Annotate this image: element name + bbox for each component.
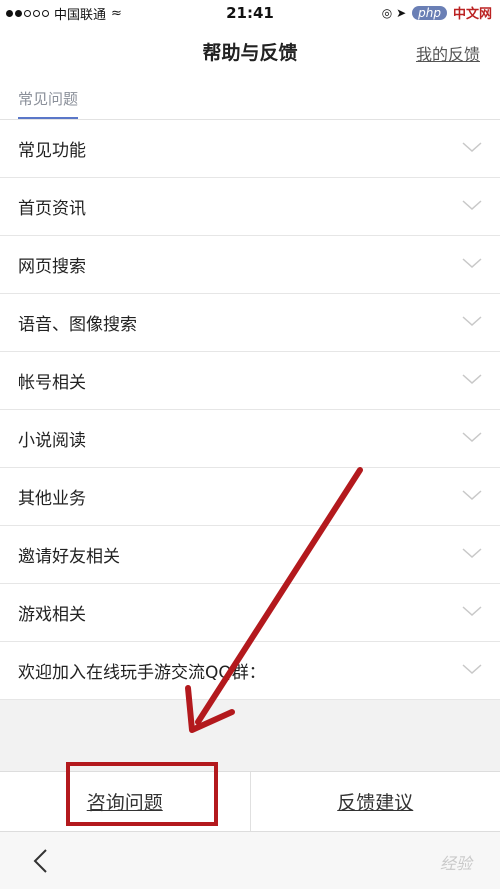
- chevron-down-icon[interactable]: [462, 488, 482, 502]
- status-bar: 中国联通 ≈ 21:41 ◎ ➤ php 中文网: [0, 0, 500, 26]
- faq-item-label: 欢迎加入在线玩手游交流QQ群：: [18, 663, 266, 683]
- bottom-action-bar: 咨询问题 反馈建议: [0, 771, 500, 831]
- faq-item[interactable]: 首页资讯: [0, 178, 500, 236]
- faq-item-label: 帐号相关: [18, 373, 86, 393]
- faq-item-label: 小说阅读: [18, 431, 86, 451]
- faq-item-label: 网页搜索: [18, 257, 86, 277]
- status-right-icons: ◎ ➤ php 中文网: [382, 3, 492, 22]
- faq-item-label: 游戏相关: [18, 605, 86, 625]
- faq-item-label: 常见功能: [18, 141, 86, 161]
- section-header: 常见问题: [0, 76, 500, 120]
- consult-question-button[interactable]: 咨询问题: [0, 772, 251, 831]
- faq-item[interactable]: 小说阅读: [0, 410, 500, 468]
- chevron-down-icon[interactable]: [462, 604, 482, 618]
- faq-item[interactable]: 常见功能: [0, 120, 500, 178]
- chevron-down-icon[interactable]: [462, 430, 482, 444]
- chevron-left-icon[interactable]: [26, 846, 56, 876]
- chevron-down-icon[interactable]: [462, 140, 482, 154]
- watermark-logo: php: [412, 5, 447, 20]
- tab-faq[interactable]: 常见问题: [18, 88, 79, 119]
- spacer-area: [0, 700, 500, 771]
- chevron-down-icon[interactable]: [462, 662, 482, 676]
- faq-item[interactable]: 帐号相关: [0, 352, 500, 410]
- feedback-suggestion-button[interactable]: 反馈建议: [251, 772, 500, 831]
- faq-item[interactable]: 邀请好友相关: [0, 526, 500, 584]
- watermark-text: 中文网: [452, 7, 492, 22]
- faq-item-label: 其他业务: [18, 489, 86, 509]
- my-feedback-link[interactable]: 我的反馈: [416, 41, 480, 65]
- faq-item[interactable]: 语音、图像搜索: [0, 294, 500, 352]
- nav-bar: 帮助与反馈 我的反馈: [0, 26, 500, 76]
- chevron-down-icon[interactable]: [462, 198, 482, 212]
- watermark-text: 经验: [439, 854, 472, 873]
- faq-item[interactable]: 其他业务: [0, 468, 500, 526]
- faq-item-label: 语音、图像搜索: [18, 315, 137, 335]
- faq-item[interactable]: 欢迎加入在线玩手游交流QQ群：: [0, 642, 500, 700]
- faq-item[interactable]: 网页搜索: [0, 236, 500, 294]
- chevron-down-icon[interactable]: [462, 314, 482, 328]
- faq-list: 常见功能首页资讯网页搜索语音、图像搜索 帐号相关小说阅读其他业务邀请好友相关 游戏相…: [0, 120, 500, 700]
- bottom-nav: 经验: [0, 831, 500, 889]
- location-icon: ◎ ➤: [381, 5, 407, 20]
- faq-item[interactable]: 游戏相关: [0, 584, 500, 642]
- chevron-down-icon[interactable]: [462, 256, 482, 270]
- chevron-down-icon[interactable]: [462, 546, 482, 560]
- faq-item-label: 首页资讯: [18, 199, 86, 219]
- faq-item-label: 邀请好友相关: [18, 547, 120, 567]
- chevron-down-icon[interactable]: [462, 372, 482, 386]
